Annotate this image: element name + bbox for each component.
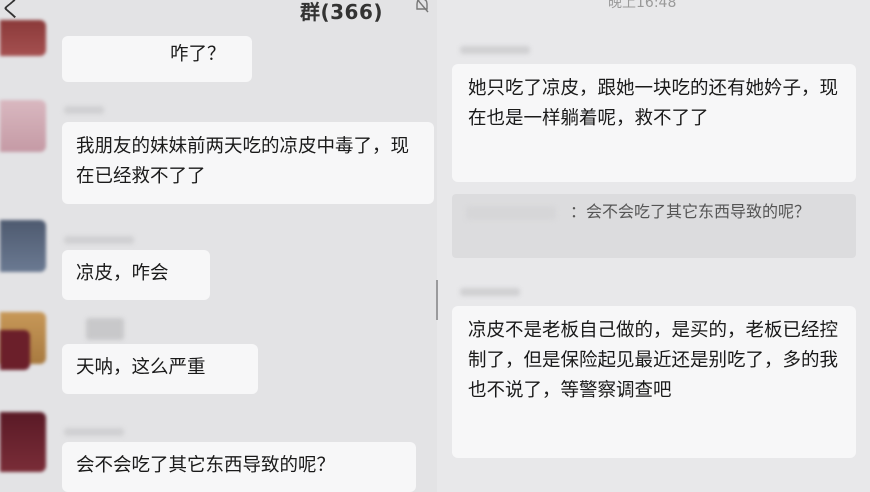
avatar[interactable] — [0, 100, 46, 152]
avatar[interactable] — [0, 412, 46, 472]
message-text: 我朋友的妹妹前两天吃的凉皮中毒了，现在已经救不了了 — [76, 136, 410, 187]
quoted-text: ：会不会吃了其它东西导致的呢？ — [570, 202, 811, 221]
message-bubble[interactable]: 咋了？ — [62, 36, 252, 82]
quoted-sender-blurred — [466, 205, 556, 220]
message-bubble[interactable]: 会不会吃了其它东西导致的呢？ — [62, 442, 416, 492]
message-text: 天呐，这么严重 — [76, 357, 206, 378]
sender-name-blurred — [460, 46, 530, 54]
message-text: 凉皮不是老板自己做的，是买的，老板已经控制了，但是保险起见最近还是别吃了，多的我… — [468, 320, 839, 401]
chat-screen: く 群(366) 晚上16:48 咋了？ 我朋友的妹妹前两天吃的凉皮中毒了，现在… — [0, 0, 870, 492]
message-text: 会不会吃了其它东西导致的呢？ — [76, 455, 336, 476]
message-bubble[interactable]: 她只吃了凉皮，跟她一块吃的还有她妗子，现在也是一样躺着呢，救不了了 — [452, 64, 856, 182]
message-bubble[interactable]: 天呐，这么严重 — [62, 344, 258, 394]
sender-name-blurred — [86, 318, 124, 340]
avatar[interactable] — [0, 20, 46, 56]
message-bubble[interactable]: 凉皮不是老板自己做的，是买的，老板已经控制了，但是保险起见最近还是别吃了，多的我… — [452, 306, 856, 458]
timestamp: 晚上16:48 — [608, 0, 677, 11]
message-text: 咋了？ — [170, 44, 226, 65]
avatar[interactable] — [0, 330, 30, 370]
message-text: 凉皮，咋会 — [76, 263, 169, 284]
sender-name-blurred — [64, 428, 124, 436]
avatar[interactable] — [0, 220, 46, 272]
sender-name-blurred — [64, 236, 134, 244]
bell-off-icon[interactable] — [414, 0, 430, 18]
pane-divider — [436, 280, 438, 320]
sender-name-blurred — [460, 288, 520, 296]
message-bubble[interactable]: 我朋友的妹妹前两天吃的凉皮中毒了，现在已经救不了了 — [62, 122, 434, 204]
message-bubble[interactable]: 凉皮，咋会 — [62, 250, 210, 300]
quoted-reply[interactable]: ：会不会吃了其它东西导致的呢？ — [452, 194, 856, 258]
group-title: 群(366) — [300, 0, 384, 24]
sender-name-blurred — [64, 106, 104, 114]
message-text: 她只吃了凉皮，跟她一块吃的还有她妗子，现在也是一样躺着呢，救不了了 — [468, 78, 839, 129]
bell-off-icon-svg — [416, 0, 429, 13]
